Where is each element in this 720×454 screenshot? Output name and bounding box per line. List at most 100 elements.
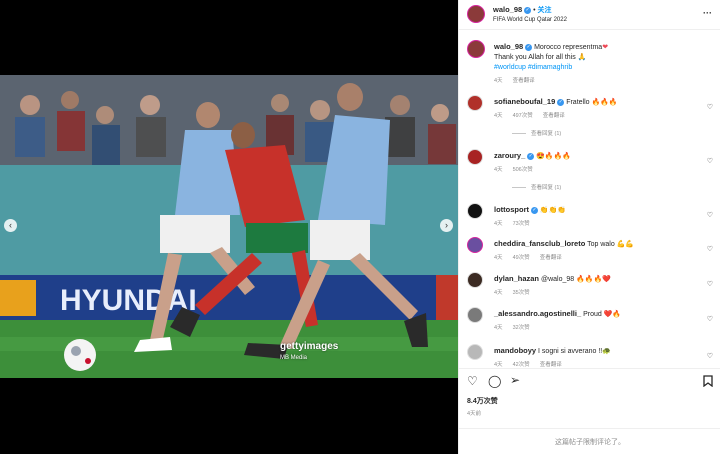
comment-time[interactable]: 4天	[494, 288, 503, 298]
post-side-panel: walo_98 ✓ • 关注 FIFA World Cup Qatar 2022…	[458, 0, 720, 454]
comment-likes[interactable]: 42次赞	[513, 360, 530, 368]
comment-likes[interactable]: 73次赞	[513, 219, 530, 229]
author-line: walo_98 ✓ • 关注	[493, 5, 552, 15]
comment-username[interactable]: zaroury_	[494, 151, 525, 160]
post-likes-count[interactable]: 8.4万次赞	[467, 396, 498, 406]
previous-slide-button[interactable]: ‹	[4, 219, 17, 232]
comment-text: I sogni si avverano !!🐢	[538, 348, 611, 355]
post-time-ago[interactable]: 4天前	[467, 409, 481, 417]
comment-body: sofianeboufal_19 ✓ Fratello 🔥🔥🔥 4天 497次赞…	[494, 97, 699, 121]
comment-username[interactable]: sofianeboufal_19	[494, 97, 555, 106]
commenter-avatar[interactable]	[467, 149, 483, 165]
post-location[interactable]: FIFA World Cup Qatar 2022	[493, 17, 567, 23]
post-photo[interactable]: HYUNDAI gettyimages MB Media	[0, 75, 458, 378]
comment-text: Fratello 🔥🔥🔥	[566, 99, 618, 106]
comment-body: mandoboyy I sogni si avverano !!🐢 4天 42次…	[494, 346, 699, 368]
svg-text:HYUNDAI: HYUNDAI	[60, 284, 197, 317]
follow-button[interactable]: 关注	[538, 7, 552, 14]
caption-meta: 4天 查看翻译	[494, 76, 699, 86]
comment-time[interactable]: 4天	[494, 253, 503, 263]
like-comment-heart-icon[interactable]: ♡	[707, 352, 713, 360]
verified-badge-icon: ✓	[557, 98, 565, 106]
caption-hashtags[interactable]: #worldcup #dimamaghrib	[494, 64, 572, 71]
comment-translate-link[interactable]: 查看翻译	[543, 111, 565, 121]
author-avatar-small[interactable]	[467, 40, 485, 58]
more-options-icon[interactable]: ···	[703, 8, 712, 18]
caption-translate-link[interactable]: 查看翻译	[513, 76, 535, 86]
pray-emoji-icon: 🙏	[577, 54, 587, 61]
like-heart-icon[interactable]: ♡	[467, 375, 478, 387]
comment-body: _alessandro.agostinelli_ Proud ❤️🔥 4天 32…	[494, 309, 699, 333]
caption-line1: Morocco representma	[534, 44, 603, 51]
comment-text: Proud ❤️🔥	[583, 311, 622, 318]
commenter-avatar[interactable]	[467, 237, 483, 253]
verified-badge-icon: ✓	[525, 43, 533, 51]
comment-meta: 4天 497次赞 查看翻译	[494, 111, 699, 121]
like-comment-heart-icon[interactable]: ♡	[707, 245, 713, 253]
comment-meta: 4天 42次赞 查看翻译	[494, 360, 699, 368]
comment-body: dylan_hazan @walo_98 🔥🔥🔥❤️ 4天 35次赞	[494, 274, 699, 298]
commenter-avatar[interactable]	[467, 272, 483, 288]
like-comment-heart-icon[interactable]: ♡	[707, 157, 713, 165]
comment-body: zaroury_ ✓ 😍🔥🔥🔥 4天 506次赞	[494, 151, 699, 175]
next-slide-button[interactable]: ›	[440, 219, 453, 232]
comment-username[interactable]: mandoboyy	[494, 346, 536, 355]
getty-watermark: gettyimages	[280, 341, 339, 352]
verified-badge-icon: ✓	[527, 152, 535, 160]
comment-text: @walo_98 🔥🔥🔥❤️	[540, 276, 611, 283]
commenter-avatar[interactable]	[467, 307, 483, 323]
caption-line2: Thank you Allah for all this	[494, 54, 576, 61]
comment-likes[interactable]: 49次赞	[513, 253, 530, 263]
comment-meta: 4天 73次赞	[494, 219, 699, 229]
comment-likes[interactable]: 497次赞	[513, 111, 533, 121]
heart-emoji-icon: ❤	[602, 44, 609, 51]
comment-time[interactable]: 4天	[494, 111, 503, 121]
comment-meta: 4天 506次赞	[494, 165, 699, 175]
commenter-avatar[interactable]	[467, 95, 483, 111]
view-replies-link[interactable]: 查看回复 (1)	[512, 129, 561, 137]
comment-translate-link[interactable]: 查看翻译	[540, 253, 562, 263]
like-comment-heart-icon[interactable]: ♡	[707, 211, 713, 219]
separator-dot: •	[533, 7, 536, 14]
photo-credit: MB Media	[280, 355, 308, 361]
author-username[interactable]: walo_98	[493, 5, 522, 14]
comment-likes[interactable]: 32次赞	[513, 323, 530, 333]
share-send-icon[interactable]: ➢	[510, 374, 520, 386]
commenter-avatar[interactable]	[467, 344, 483, 360]
comment-username[interactable]: cheddira_fansclub_loreto	[494, 239, 585, 248]
comment-username[interactable]: dylan_hazan	[494, 274, 539, 283]
author-avatar[interactable]	[467, 5, 485, 23]
view-replies-link[interactable]: 查看回复 (1)	[512, 183, 561, 191]
save-bookmark-icon[interactable]	[703, 375, 713, 389]
comment-bubble-icon[interactable]: ◯	[488, 375, 501, 387]
bookmark-shape	[703, 375, 713, 388]
comment-meta: 4天 35次赞	[494, 288, 699, 298]
comment-time[interactable]: 4天	[494, 165, 503, 175]
comment-username[interactable]: _alessandro.agostinelli_	[494, 309, 581, 318]
comment-translate-link[interactable]: 查看翻译	[540, 360, 562, 368]
like-comment-heart-icon[interactable]: ♡	[707, 280, 713, 288]
caption-username[interactable]: walo_98	[494, 42, 523, 51]
comment-time[interactable]: 4天	[494, 323, 503, 333]
comment-text: Top walo 💪💪	[587, 241, 635, 248]
verified-badge-icon: ✓	[524, 6, 532, 14]
verified-badge-icon: ✓	[530, 206, 538, 214]
caption-body: walo_98 ✓ Morocco representma❤ Thank you…	[494, 42, 699, 86]
comment-meta: 4天 49次赞 查看翻译	[494, 253, 699, 263]
comments-restricted-notice: 这篇帖子限制评论了。	[459, 428, 720, 454]
comment-likes[interactable]: 506次赞	[513, 165, 533, 175]
like-comment-heart-icon[interactable]: ♡	[707, 103, 713, 111]
comment-likes[interactable]: 35次赞	[513, 288, 530, 298]
chevron-right-icon: ›	[445, 220, 448, 230]
comment-time[interactable]: 4天	[494, 360, 503, 368]
comment-time[interactable]: 4天	[494, 219, 503, 229]
like-comment-heart-icon[interactable]: ♡	[707, 315, 713, 323]
comment-meta: 4天 32次赞	[494, 323, 699, 333]
post-media: HYUNDAI gettyimages MB Media ‹ ›	[0, 0, 458, 454]
comment-username[interactable]: lottosport	[494, 205, 529, 214]
caption-time[interactable]: 4天	[494, 76, 503, 86]
comment-text: 😍🔥🔥🔥	[536, 153, 572, 160]
commenter-avatar[interactable]	[467, 203, 483, 219]
post-actions: ♡ ◯ ➢ 8.4万次赞 4天前 这篇帖子限制评论了。	[459, 368, 720, 454]
comments-list[interactable]: walo_98 ✓ Morocco representma❤ Thank you…	[459, 31, 720, 368]
